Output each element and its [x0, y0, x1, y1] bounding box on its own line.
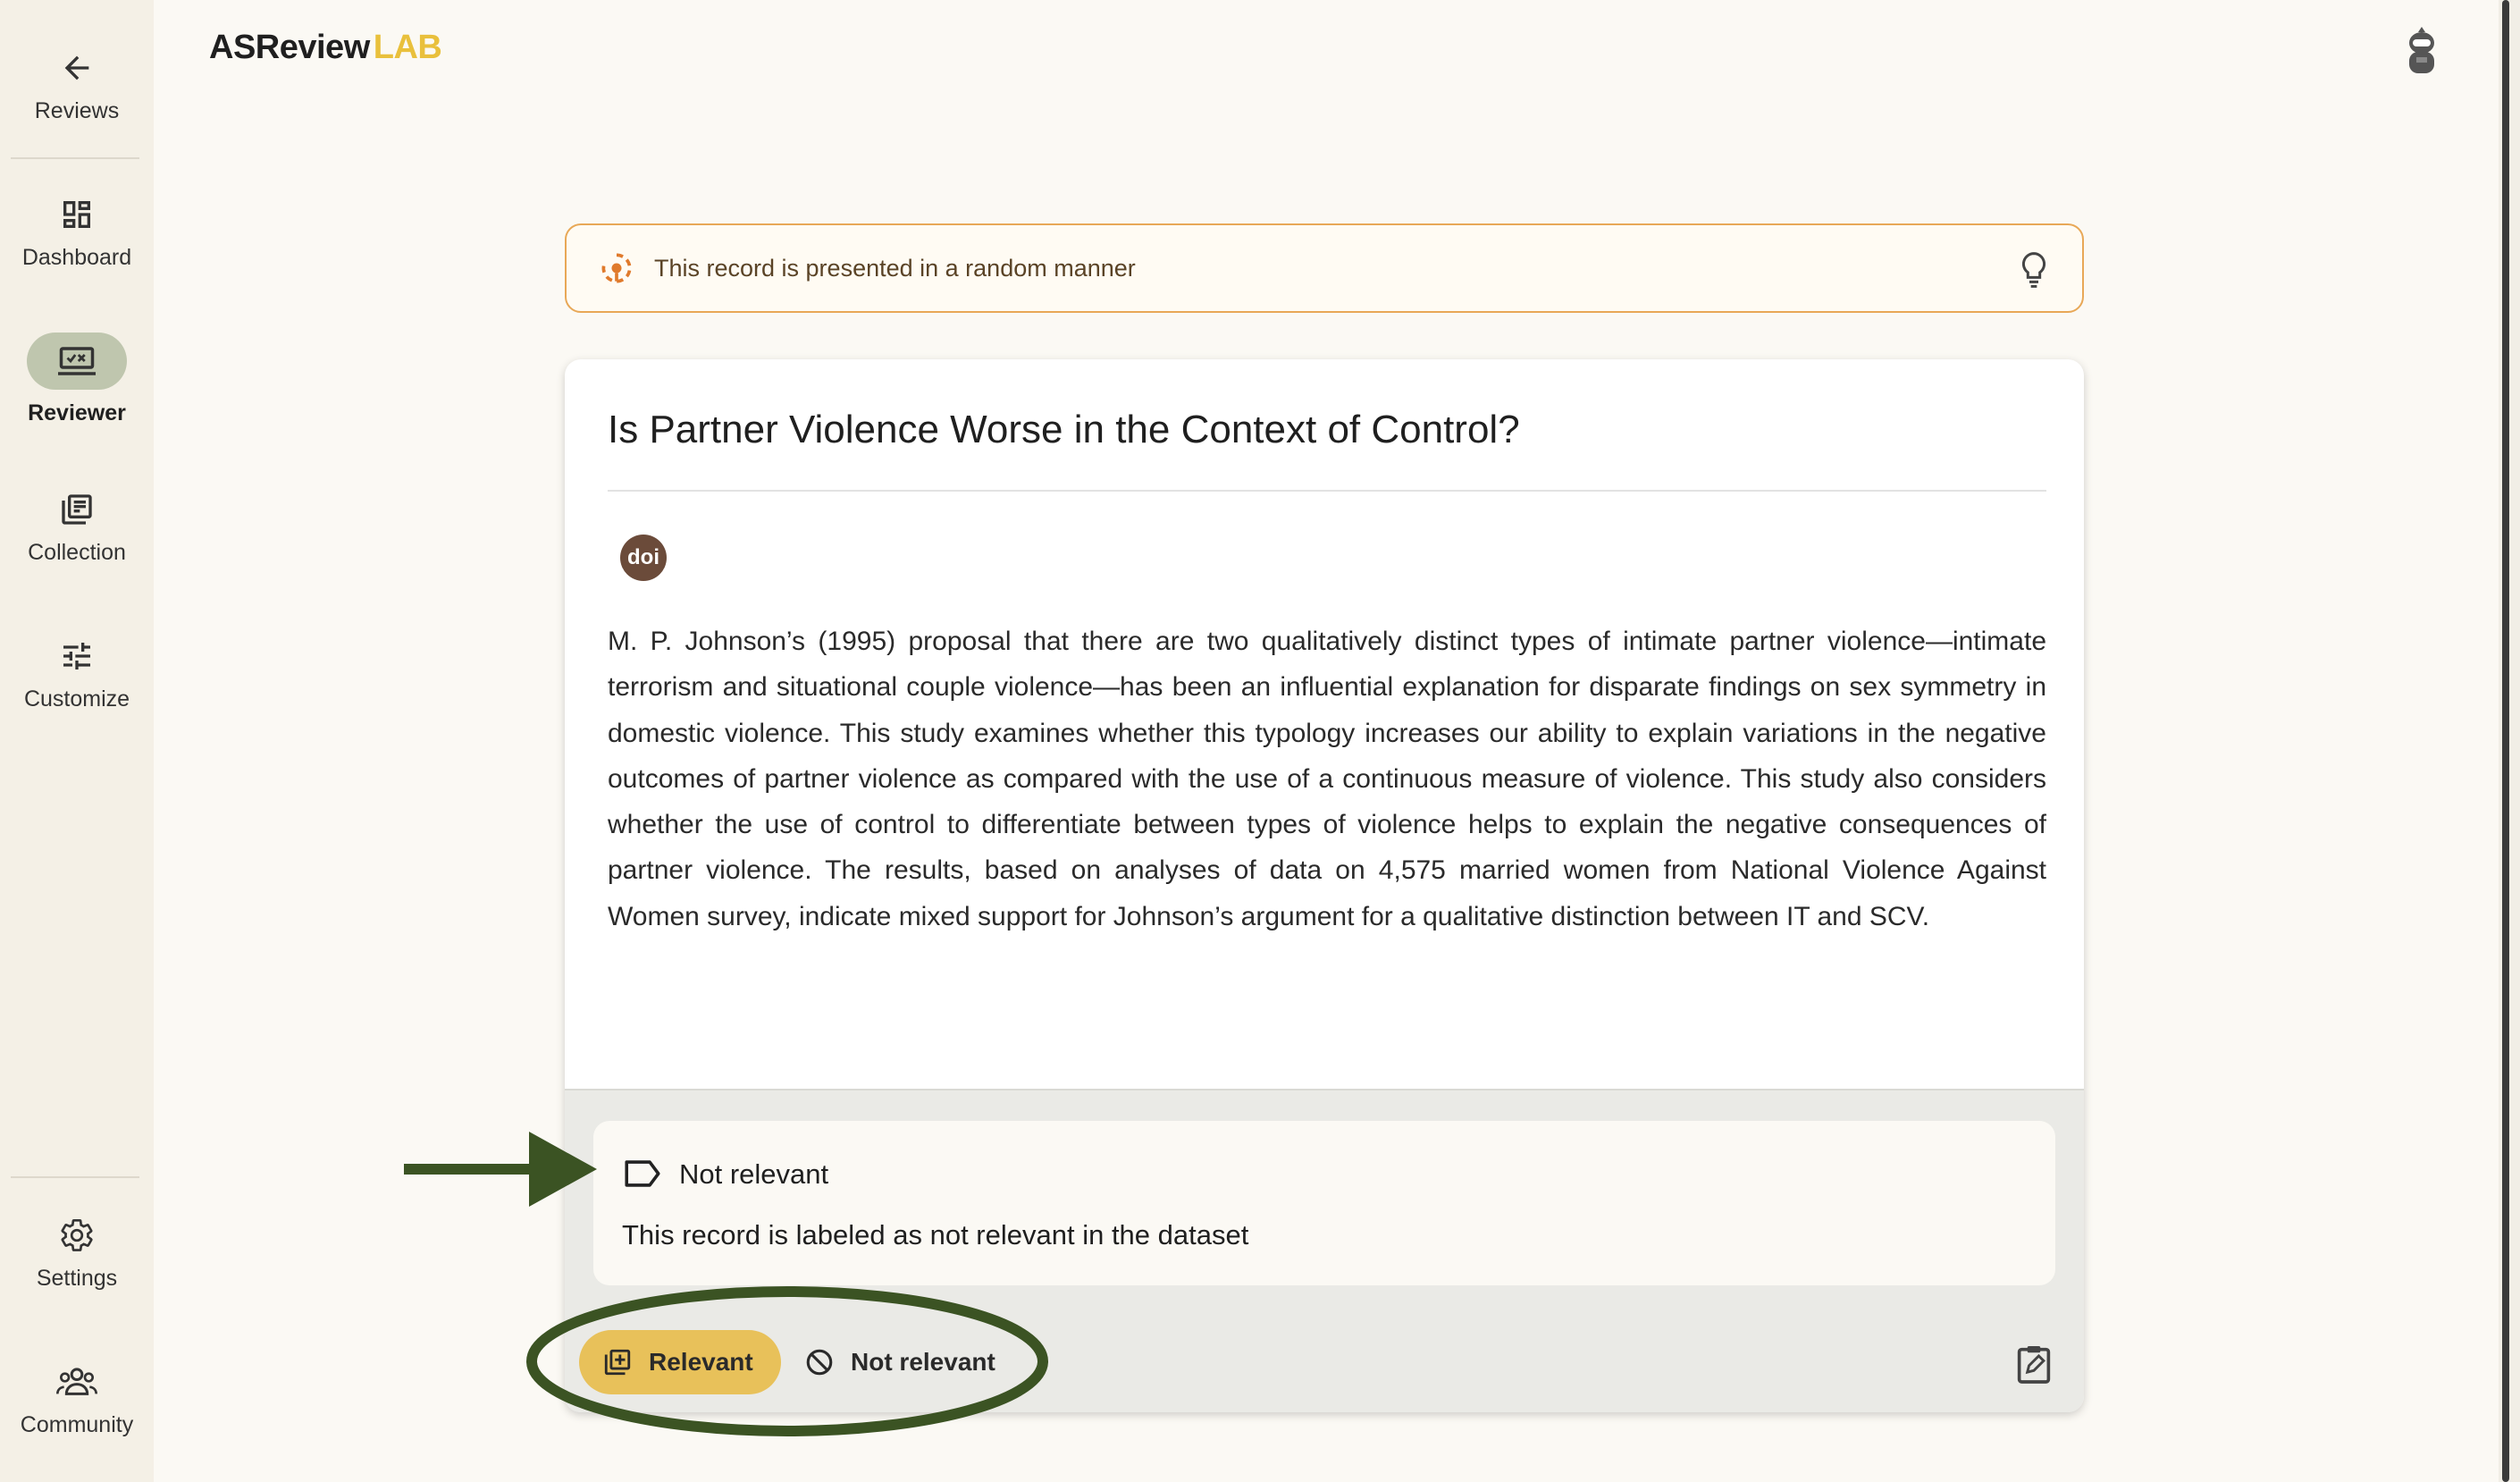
sidebar-item-label: Reviews [34, 98, 120, 123]
sidebar-item-collection[interactable]: Collection [0, 488, 154, 566]
sidebar-item-settings[interactable]: Settings [0, 1214, 154, 1292]
sidebar-item-customize[interactable]: Customize [0, 635, 154, 712]
sidebar-item-reviews[interactable]: Reviews [0, 46, 154, 124]
sidebar-item-label: Community [20, 1412, 134, 1437]
brand-accent: LAB [373, 29, 442, 66]
add-note-icon[interactable] [2016, 1344, 2052, 1384]
random-record-banner: This record is presented in a random man… [565, 223, 2084, 313]
sidebar-item-dashboard[interactable]: Dashboard [0, 193, 154, 271]
elas-avatar-icon[interactable] [2404, 27, 2440, 77]
sidebar-item-label: Collection [28, 540, 126, 565]
title-divider [608, 490, 2046, 492]
gear-icon [55, 1214, 98, 1257]
dataset-label-description: This record is labeled as not relevant i… [622, 1219, 1249, 1250]
reviewer-icon [27, 333, 127, 390]
dataset-label-tag: Not relevant [679, 1158, 829, 1190]
sidebar-divider [11, 157, 139, 159]
collection-icon [55, 488, 98, 531]
scrollbar-thumb[interactable] [2502, 0, 2509, 1482]
arrow-back-icon [55, 46, 98, 89]
sidebar-item-reviewer[interactable]: Reviewer [0, 333, 154, 426]
annotation-ellipse [526, 1286, 1048, 1436]
sidebar: Reviews Dashboard Reviewer Collection Cu… [0, 0, 154, 1482]
brand-name: ASReview [209, 29, 370, 66]
tune-icon [55, 635, 98, 678]
annotation-arrow-icon [404, 1132, 597, 1207]
sidebar-divider [11, 1176, 139, 1178]
label-tag-icon [625, 1160, 660, 1187]
dashboard-icon [55, 193, 98, 236]
record-card: Is Partner Violence Worse in the Context… [565, 359, 2084, 1412]
doi-badge-text: doi [627, 545, 659, 569]
community-icon [55, 1360, 98, 1403]
sidebar-item-label: Reviewer [28, 400, 126, 425]
random-icon [601, 253, 632, 283]
brand-logo[interactable]: ASReview LAB [209, 29, 442, 67]
sidebar-item-label: Settings [36, 1266, 118, 1291]
sidebar-item-label: Dashboard [21, 245, 132, 270]
sidebar-item-label: Customize [23, 686, 130, 712]
record-title: Is Partner Violence Worse in the Context… [608, 408, 1520, 451]
sidebar-item-community[interactable]: Community [0, 1360, 154, 1438]
banner-text: This record is presented in a random man… [654, 254, 1136, 282]
page-scrollbar[interactable] [2499, 0, 2520, 1482]
lightbulb-icon[interactable] [2016, 250, 2052, 290]
doi-icon[interactable]: doi [620, 535, 667, 581]
dataset-label-box: Not relevant This record is labeled as n… [593, 1121, 2055, 1285]
record-abstract: M. P. Johnson’s (1995) proposal that the… [608, 627, 2046, 931]
